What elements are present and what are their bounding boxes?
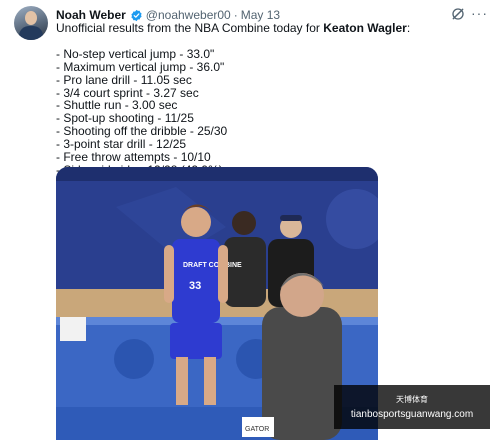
side-sign	[60, 317, 86, 341]
intro-text: Unofficial results from the NBA Combine …	[56, 21, 324, 35]
author-avatar[interactable]	[14, 6, 48, 40]
watermark-url: tianbosportsguanwang.com	[350, 409, 474, 420]
grok-icon[interactable]	[450, 6, 466, 22]
bystander-head	[232, 211, 256, 235]
staff-cap	[280, 215, 302, 221]
barrier-logo	[114, 339, 154, 379]
meta-separator: ·	[233, 8, 238, 22]
photo-illustration: DRAFT COMBINE 33 GATOR	[56, 167, 378, 440]
author-handle[interactable]: @noahweber00	[146, 8, 231, 22]
player-head	[181, 207, 211, 237]
result-item: - No-step vertical jump - 33.0"	[56, 46, 215, 61]
avatar-head	[25, 11, 37, 25]
player-leg	[176, 357, 188, 405]
bystander-body	[224, 237, 266, 307]
player-arm	[218, 245, 228, 303]
backdrop-top	[56, 167, 378, 181]
intro-end: :	[406, 21, 411, 35]
tweet-date[interactable]: May 13	[241, 8, 280, 22]
player-leg	[204, 357, 216, 405]
player-name: Keaton Wagler	[323, 21, 407, 35]
tweet-intro: Unofficial results from the NBA Combine …	[56, 22, 486, 35]
tweet-photo[interactable]: DRAFT COMBINE 33 GATOR	[56, 167, 378, 440]
result-item: - Maximum vertical jump - 36.0"	[56, 59, 225, 74]
player-shorts	[170, 323, 222, 359]
floor-sign-text: GATOR	[245, 426, 269, 433]
tweet-text: Unofficial results from the NBA Combine …	[56, 22, 486, 177]
jersey-text: DRAFT COMBINE	[183, 262, 242, 269]
watermark-overlay: 天博体育 tianbosportsguanwang.com	[334, 385, 490, 429]
author-name[interactable]: Noah Weber	[56, 8, 126, 22]
watermark-title: 天博体育	[396, 395, 428, 404]
verified-badge-icon	[131, 9, 142, 21]
more-options-icon[interactable]: ···	[471, 6, 488, 20]
result-item: - Pro lane drill - 11.05 sec	[56, 72, 192, 87]
jersey-number: 33	[189, 280, 201, 292]
player-arm	[164, 245, 174, 303]
avatar-body	[19, 26, 43, 40]
